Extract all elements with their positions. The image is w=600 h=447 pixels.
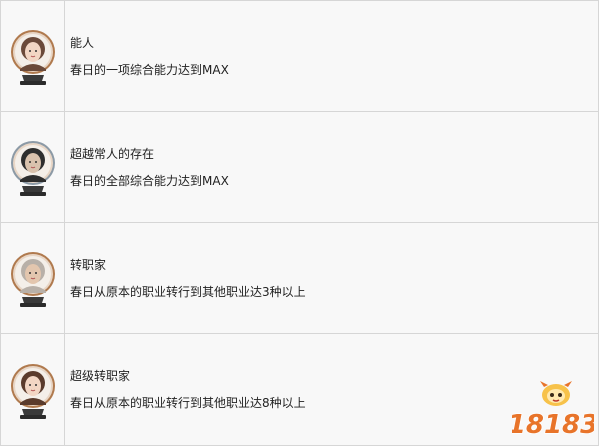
short-hair-girl-portrait-icon <box>10 363 55 419</box>
achievement-row: 超级转职家 春日从原本的职业转行到其他职业达8种以上 <box>1 334 599 446</box>
watermark-logo: 18183 <box>512 381 594 441</box>
achievement-title: 超越常人的存在 <box>70 147 155 161</box>
achievement-info: 能人 春日的一项综合能力达到MAX <box>65 1 599 111</box>
trophy-cell <box>1 334 65 445</box>
watermark-text: 18183 <box>512 410 594 440</box>
achievement-table: 能人 春日的一项综合能力达到MAX 超越常人的存在 春日的全部综合能力达到MAX… <box>0 0 599 446</box>
achievement-row: 转职家 春日从原本的职业转行到其他职业达3种以上 <box>1 223 599 334</box>
achievement-description: 春日从原本的职业转行到其他职业达8种以上 <box>70 396 306 410</box>
old-man-portrait-icon <box>10 252 55 307</box>
achievement-description: 春日的一项综合能力达到MAX <box>70 63 229 77</box>
achievement-description: 春日的全部综合能力达到MAX <box>70 174 229 188</box>
achievement-title: 能人 <box>70 36 95 50</box>
achievement-row: 超越常人的存在 春日的全部综合能力达到MAX <box>1 112 599 223</box>
trophy-cell <box>1 1 65 111</box>
achievement-description: 春日从原本的职业转行到其他职业达3种以上 <box>70 285 306 299</box>
achievement-info: 超越常人的存在 春日的全部综合能力达到MAX <box>65 112 599 222</box>
trophy-cell <box>1 112 65 222</box>
achievement-title: 超级转职家 <box>70 369 131 383</box>
achievement-info: 转职家 春日从原本的职业转行到其他职业达3种以上 <box>65 223 599 333</box>
achievement-title: 转职家 <box>70 258 107 272</box>
girl-portrait-icon <box>10 30 55 85</box>
achievement-row: 能人 春日的一项综合能力达到MAX <box>1 1 599 112</box>
trophy-cell <box>1 223 65 333</box>
man-with-glasses-portrait-icon <box>10 141 55 196</box>
mascot-icon <box>540 381 572 406</box>
